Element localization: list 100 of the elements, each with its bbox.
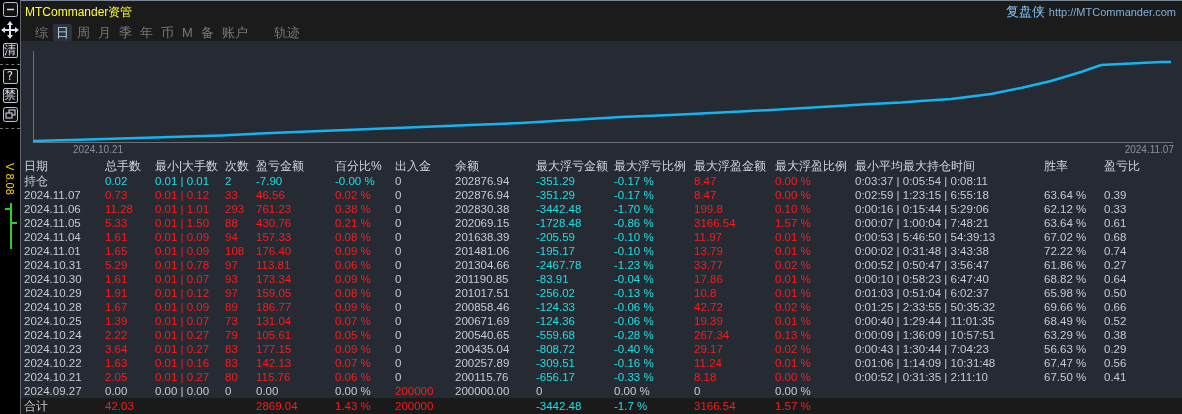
column-header: 最大浮盈金额	[694, 159, 767, 174]
table-cell-text: 0	[395, 342, 403, 356]
table-cell-text: -656.17	[536, 370, 576, 384]
brand-label: 复盘侠	[1005, 3, 1045, 21]
row-label: 2024.10.28	[24, 300, 83, 314]
table-cell-text: 67.02 %	[1044, 230, 1088, 244]
table-cell-text: 0.02 %	[775, 342, 812, 356]
table-cell-text: 8.47	[694, 188, 718, 202]
table-cell-text: 17.86	[694, 272, 724, 286]
table-cell-text: 0.00 | 0.00	[155, 384, 211, 398]
row-label: 2024.11.05	[24, 216, 82, 230]
row-label: 2024.10.24	[24, 328, 83, 342]
column-header: 盈亏比	[1104, 159, 1141, 174]
website-link[interactable]: http://MTCommander.com	[1048, 6, 1176, 18]
table-cell-text: 65.98 %	[1044, 286, 1088, 300]
tab[interactable]: 账户	[218, 23, 251, 41]
table-cell-text: 11.28	[105, 202, 134, 216]
table-cell-text: 0:00:10 | 0:58:23 | 6:47:40	[855, 272, 990, 286]
table-cell-text: 115.76	[256, 370, 292, 384]
table-cell-text: -3442.48	[536, 399, 583, 414]
table-cell-text: 33.77	[694, 258, 724, 272]
table-cell-text: -0.28 %	[614, 328, 655, 342]
table-cell-text: -195.17	[536, 244, 576, 258]
table-cell-text: 0.01 | 1.50	[155, 216, 211, 230]
table-cell-text: 0.21 %	[335, 216, 372, 230]
tab[interactable]: 日	[53, 23, 72, 41]
tab[interactable]: 综	[32, 23, 51, 41]
table-cell-text: 94	[225, 230, 239, 244]
table-cell-text: 0.01 %	[775, 244, 812, 258]
table-cell-text: -0.86 %	[614, 216, 655, 230]
table-cell-text: 200540.65	[455, 328, 511, 342]
table-cell-text: 0:01:03 | 0:51:04 | 6:02:37	[855, 286, 990, 300]
tab[interactable]: M	[179, 23, 196, 41]
table-cell-text: 200000.00	[455, 384, 511, 398]
row-label: 2024.10.31	[24, 258, 83, 272]
table-cell-text: 97	[225, 258, 239, 272]
table-cell-text: 0.01 %	[775, 286, 812, 300]
table-cell-text: 63.64 %	[1044, 188, 1088, 202]
table-cell-text: 13.79	[694, 244, 724, 258]
table-cell-text: 1.67	[105, 300, 129, 314]
tab[interactable]: 币	[158, 23, 177, 41]
table-cell-text: 1.57 %	[775, 399, 812, 414]
table-cell-text: -0.06 %	[614, 300, 655, 314]
tab[interactable]: 月	[95, 23, 114, 41]
table-cell-text: 0.27	[1104, 258, 1128, 272]
tab[interactable]: 季	[116, 23, 135, 41]
table-cell-text: 0.01 %	[775, 314, 812, 328]
table-cell-text: 29.17	[694, 342, 724, 356]
axis-date-label: 2024.10.21	[73, 144, 124, 156]
table-cell-text: 0.00 %	[775, 188, 812, 202]
table-cell-text: 0:00:40 | 1:29:44 | 11:01:35	[855, 314, 996, 328]
table-cell-text: 8.18	[694, 370, 718, 384]
table-cell-text: 0.00	[105, 384, 129, 398]
table-cell-text: 0.02 %	[775, 300, 812, 314]
table-cell-text: 200257.89	[455, 356, 511, 370]
table-cell-text: 202876.94	[455, 188, 511, 202]
toolbar-button[interactable]: 禁	[2, 88, 18, 103]
restore-icon[interactable]	[2, 107, 18, 122]
table-cell-text: 69.66 %	[1044, 300, 1088, 314]
table-cell-text: -0.10 %	[614, 244, 655, 258]
table-cell-text: 0.09 %	[335, 272, 372, 286]
table-cell-text: 201304.66	[455, 258, 511, 272]
table-cell-text: 0	[395, 174, 403, 188]
column-header: 最大浮盈比例	[775, 159, 848, 174]
table-cell-text: 0.09 %	[335, 342, 372, 356]
table-cell-text: -351.29	[536, 188, 576, 202]
table-cell-text: 10.8	[694, 286, 718, 300]
table-cell-text: -2467.78	[536, 258, 583, 272]
table-cell-text: -351.29	[536, 174, 576, 188]
table-cell-text: 157.33	[256, 230, 293, 244]
table-cell-text: 3166.54	[694, 399, 737, 414]
toolbar-button[interactable]: 清	[2, 43, 18, 58]
row-label: 2024.11.01	[24, 244, 82, 258]
tab[interactable]: 周	[74, 23, 93, 41]
table-cell-text: 3.64	[105, 342, 129, 356]
move-icon[interactable]	[1, 21, 19, 39]
row-label: 2024.10.29	[24, 286, 83, 300]
table-cell-text: 0.01 | 0.27	[155, 328, 211, 342]
table-cell-text: 0.05 %	[335, 328, 372, 342]
table-cell-text: 0	[694, 384, 702, 398]
column-header: 最大浮亏金额	[536, 159, 609, 174]
minimize-icon[interactable]	[2, 2, 18, 17]
toolbar-button[interactable]: ?	[2, 69, 18, 84]
tab[interactable]: 轨迹	[270, 23, 303, 41]
table-cell-text: 0.09 %	[335, 300, 372, 314]
table-cell-text: 1.63	[105, 356, 129, 370]
table-cell-text: -124.33	[536, 300, 576, 314]
row-label: 2024.09.27	[24, 384, 83, 398]
table-cell-text: 202876.94	[455, 174, 511, 188]
table-cell-text: 0.01 | 0.12	[155, 286, 211, 300]
table-cell-text: 176.40	[256, 244, 293, 258]
table-cell-text: 46.56	[256, 188, 286, 202]
tab[interactable]: 备	[197, 23, 217, 41]
table-cell-text: 0.01 | 0.01	[155, 174, 211, 188]
table-cell-text: 0.01 | 1.01	[155, 202, 211, 216]
table-cell-text: 83	[225, 356, 239, 370]
table-cell-text: 173.34	[256, 272, 293, 286]
table-cell-text: -3442.48	[536, 202, 583, 216]
tab[interactable]: 年	[137, 23, 156, 41]
table-cell-text: 0	[395, 258, 403, 272]
